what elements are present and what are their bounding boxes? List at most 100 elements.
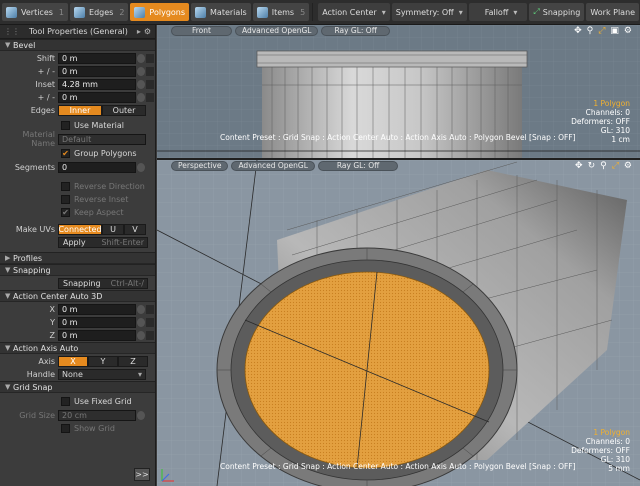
show-grid-checkbox[interactable] xyxy=(61,424,70,433)
link-icon[interactable] xyxy=(146,66,154,76)
items-icon xyxy=(256,6,268,18)
edges-mode-button[interactable]: Edges 2 xyxy=(70,3,129,21)
axis-gizmo-icon xyxy=(161,469,174,482)
pipe-body[interactable] xyxy=(262,55,522,158)
fit-icon[interactable]: ⤢ xyxy=(612,161,619,171)
uv-u-button[interactable]: U xyxy=(102,223,124,235)
snapping-toggle-button[interactable]: Snapping Ctrl-Alt-/ xyxy=(58,277,148,289)
spinner-icon[interactable] xyxy=(137,317,145,327)
tab-view-perspective[interactable]: Perspective xyxy=(171,160,229,171)
center-y-field[interactable]: 0 m xyxy=(58,316,136,328)
link-icon[interactable] xyxy=(146,92,154,102)
front-viewport-header: Front Advanced OpenGL Ray GL: Off xyxy=(157,25,640,36)
handle-dropdown[interactable]: None xyxy=(58,368,146,380)
inset-variation-field[interactable]: 0 m xyxy=(58,91,136,103)
main-toolbar: Vertices 1 Edges 2 Polygons Materials Item… xyxy=(0,0,640,25)
work-plane-button[interactable]: Work Plane xyxy=(586,3,640,21)
snapping-button[interactable]: ⤢ Snapping xyxy=(529,3,585,21)
materials-mode-button[interactable]: Materials xyxy=(191,3,251,21)
shift-variation-field[interactable]: 0 m xyxy=(58,65,136,77)
inset-spinner-icon[interactable] xyxy=(137,79,145,89)
action-center-dropdown[interactable]: Action Center xyxy=(318,3,390,21)
axis-row: Axis XYZ xyxy=(0,355,155,367)
tab-view-front[interactable]: Front xyxy=(171,25,232,36)
tab-shading-advanced-opengl[interactable]: Advanced OpenGL xyxy=(231,160,315,171)
perspective-viewport[interactable]: Perspective Advanced OpenGL Ray GL: Off … xyxy=(157,160,640,486)
spinner-icon[interactable] xyxy=(137,304,145,314)
spinner-icon[interactable] xyxy=(137,410,145,420)
rotate-icon[interactable]: ↻ xyxy=(588,161,596,171)
expand-panel-button[interactable]: >> xyxy=(134,468,150,481)
pan-icon[interactable]: ✥ xyxy=(574,26,582,36)
pipe-rim[interactable] xyxy=(256,50,528,68)
zoom-icon[interactable]: ⚲ xyxy=(587,26,594,36)
axis-z-button[interactable]: Z xyxy=(118,355,148,367)
inset-field[interactable]: 4.28 mm xyxy=(58,78,136,90)
reverse-inset-row: Reverse Inset xyxy=(0,193,155,206)
panel-menu-icon[interactable]: ▸ xyxy=(137,27,141,36)
edges-outer-button[interactable]: Outer xyxy=(102,104,146,116)
shift-link-icon[interactable] xyxy=(146,53,154,63)
tool-properties-panel: ⋮⋮ Tool Properties (General) ▸ ⚙ ▼ Bevel … xyxy=(0,25,156,486)
symmetry-dropdown[interactable]: Symmetry: Off xyxy=(391,3,467,21)
maximize-icon[interactable]: ▣ xyxy=(610,26,619,36)
action-axis-section-header[interactable]: ▼ Action Axis Auto xyxy=(0,342,155,354)
grid-size-field[interactable]: 20 cm xyxy=(58,409,136,421)
profiles-section-header[interactable]: ▶ Profiles xyxy=(0,252,155,264)
perspective-viewport-controls: ✥ ↻ ⚲ ⤢ ⚙ xyxy=(575,161,632,171)
link-icon[interactable] xyxy=(146,317,154,327)
apply-button[interactable]: Apply Shift-Enter xyxy=(58,236,148,248)
shift-spinner-icon[interactable] xyxy=(137,53,145,63)
settings-icon[interactable]: ⚙ xyxy=(624,26,632,36)
tab-shading-advanced-opengl[interactable]: Advanced OpenGL xyxy=(234,25,319,36)
center-x-field[interactable]: 0 m xyxy=(58,303,136,315)
items-mode-button[interactable]: Items 5 xyxy=(252,3,310,21)
inset-link-icon[interactable] xyxy=(146,79,154,89)
zoom-icon[interactable]: ⚲ xyxy=(600,161,607,171)
grid-snap-section-header[interactable]: ▼ Grid Snap xyxy=(0,381,155,393)
front-viewport[interactable]: Front Advanced OpenGL Ray GL: Off ✥ ⚲ ⤢ … xyxy=(157,25,640,158)
center-x-row: X0 m xyxy=(0,303,155,315)
spinner-icon[interactable] xyxy=(137,66,145,76)
gear-icon[interactable]: ⚙ xyxy=(144,27,151,36)
perspective-viewport-canvas xyxy=(157,160,640,486)
tab-ray-gl[interactable]: Ray GL: Off xyxy=(317,160,399,171)
uv-connected-button[interactable]: Connected xyxy=(58,223,102,235)
axis-x-button[interactable]: X xyxy=(58,355,88,367)
polygons-mode-button[interactable]: Polygons xyxy=(130,3,190,21)
fit-icon[interactable]: ⤢ xyxy=(598,26,605,36)
collapse-arrow-icon: ▼ xyxy=(5,292,11,300)
group-polygons-checkbox[interactable]: ✔ xyxy=(61,149,70,158)
perspective-viewport-header: Perspective Advanced OpenGL Ray GL: Off xyxy=(157,160,640,171)
pan-icon[interactable]: ✥ xyxy=(575,161,583,171)
shift-field[interactable]: 0 m xyxy=(58,52,136,64)
segments-spinner-icon[interactable] xyxy=(137,162,145,172)
edges-inner-button[interactable]: Inner xyxy=(58,104,102,116)
axis-y-button[interactable]: Y xyxy=(88,355,118,367)
reverse-direction-checkbox[interactable] xyxy=(61,182,70,191)
panel-grip-icon[interactable]: ⋮⋮ xyxy=(4,27,20,36)
tab-ray-gl[interactable]: Ray GL: Off xyxy=(321,25,390,36)
toolbar-divider xyxy=(312,3,314,21)
link-icon[interactable] xyxy=(146,330,154,340)
keep-aspect-checkbox[interactable]: ✔ xyxy=(61,208,70,217)
use-fixed-grid-checkbox[interactable] xyxy=(61,397,70,406)
apply-row: Apply Shift-Enter xyxy=(0,236,155,248)
uv-v-button[interactable]: V xyxy=(124,223,146,235)
spinner-icon[interactable] xyxy=(137,330,145,340)
vertices-mode-button[interactable]: Vertices 1 xyxy=(2,3,69,21)
material-name-field[interactable]: Default xyxy=(58,133,146,145)
snapping-section-header[interactable]: ▼ Snapping xyxy=(0,264,155,276)
link-icon[interactable] xyxy=(146,304,154,314)
spinner-icon[interactable] xyxy=(137,92,145,102)
reverse-inset-checkbox[interactable] xyxy=(61,195,70,204)
segments-field[interactable]: 0 xyxy=(58,161,136,173)
use-material-checkbox[interactable] xyxy=(61,121,70,130)
settings-icon[interactable]: ⚙ xyxy=(624,161,632,171)
group-polygons-row: ✔ Group Polygons xyxy=(61,149,137,158)
front-viewport-info: 1 Polygon Channels: 0 Deformers: OFF GL:… xyxy=(571,99,630,144)
falloff-dropdown[interactable]: Falloff xyxy=(468,3,528,21)
bevel-section-header[interactable]: ▼ Bevel xyxy=(0,39,155,51)
center-z-field[interactable]: 0 m xyxy=(58,329,136,341)
action-center-section-header[interactable]: ▼ Action Center Auto 3D xyxy=(0,290,155,302)
